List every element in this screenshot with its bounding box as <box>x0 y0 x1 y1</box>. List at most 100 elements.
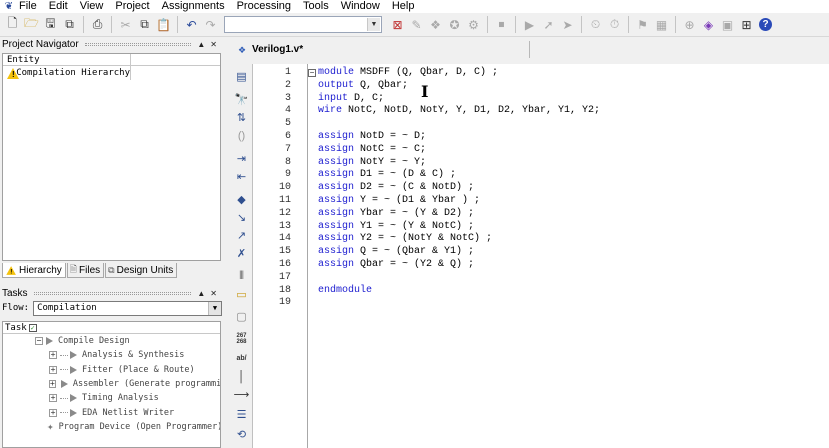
pin-planner-icon[interactable]: ⊠ <box>388 15 407 34</box>
code-line[interactable]: assign D1 = ~ (D & C) ; <box>318 169 456 180</box>
entity-column-header[interactable]: Entity <box>3 54 220 66</box>
minimize-icon[interactable]: ▲ <box>197 38 205 51</box>
programmer-icon[interactable]: ◈ <box>699 15 718 34</box>
copy-icon[interactable]: ⧉ <box>135 15 154 34</box>
expand-icon[interactable]: + <box>49 394 57 403</box>
clear-bookmarks-icon[interactable]: ✗ <box>233 245 250 262</box>
timing-analyzer-icon[interactable]: ⏱ <box>605 15 624 34</box>
close-icon[interactable]: ✕ <box>210 38 217 51</box>
refresh-icon[interactable]: ⟲ <box>233 426 250 443</box>
code-line[interactable]: assign Q = ~ (Qbar & Y1) ; <box>318 246 474 257</box>
programmer-icon[interactable]: ✦ <box>47 420 54 433</box>
insert-block-comment-icon[interactable]: ▭ <box>233 286 250 303</box>
save-all-icon[interactable]: ⧉ <box>60 15 79 34</box>
timequest-icon[interactable]: ⏲ <box>586 15 605 34</box>
code-line[interactable]: endmodule <box>318 285 372 296</box>
code-editor[interactable]: I − module MSDFF (Q, Qbar, D, C) ; output … <box>308 64 829 448</box>
start-analysis-icon[interactable]: ➤ <box>558 15 577 34</box>
menu-tools[interactable]: Tools <box>303 0 329 13</box>
task-row[interactable]: + Timing Analysis <box>3 391 220 405</box>
expand-icon[interactable]: + <box>49 380 56 389</box>
paste-icon[interactable]: 📋 <box>154 15 173 34</box>
play-icon[interactable] <box>70 408 77 417</box>
code-line[interactable]: assign Y2 = ~ (NotY & NotC) ; <box>318 233 492 244</box>
project-navigator-tree[interactable]: Entity Compilation Hierarchy <box>2 53 221 261</box>
open-folder-icon[interactable]: 🗁 <box>22 15 41 34</box>
tasks-tree[interactable]: Task ✓ − Compile Design + Analysis & Synthe… <box>2 321 221 448</box>
save-icon[interactable]: 🖫 <box>41 15 60 34</box>
code-line[interactable]: assign Y = ~ (D1 & Ybar ) ; <box>318 195 480 206</box>
bookmark-icon[interactable]: ◆ <box>233 191 250 208</box>
expand-icon[interactable]: + <box>49 351 57 360</box>
play-icon[interactable] <box>70 394 77 403</box>
settings-icon[interactable]: ⚙ <box>464 15 483 34</box>
chevron-down-icon[interactable]: ▼ <box>367 18 380 31</box>
close-icon[interactable]: ✕ <box>210 287 217 300</box>
code-line[interactable]: assign NotD = ~ D; <box>318 131 426 142</box>
panel-grip[interactable] <box>33 292 192 295</box>
task-row[interactable]: + Analysis & Synthesis <box>3 348 220 362</box>
tab-hierarchy[interactable]: Hierarchy <box>2 263 66 278</box>
code-line[interactable]: assign Ybar = ~ (Y & D2) ; <box>318 208 474 219</box>
menu-project[interactable]: Project <box>115 0 149 13</box>
menu-processing[interactable]: Processing <box>237 0 291 13</box>
menu-view[interactable]: View <box>80 0 104 13</box>
undo-icon[interactable]: ↶ <box>182 15 201 34</box>
analysis-elaboration-icon[interactable]: ➚ <box>539 15 558 34</box>
goto-line-button[interactable]: 267 268 <box>233 330 250 347</box>
unindent-icon[interactable]: ⇤ <box>233 168 250 185</box>
megawizard-icon[interactable]: ⊞ <box>737 15 756 34</box>
chevron-down-icon[interactable]: ▼ <box>208 301 221 315</box>
find-replace-icon[interactable]: ⇅ <box>233 109 250 126</box>
code-line[interactable]: assign NotY = ~ Y; <box>318 157 426 168</box>
task-row[interactable]: + Assembler (Generate programmi <box>3 377 220 391</box>
print-icon[interactable]: ⎙ <box>88 15 107 34</box>
toggle-comment-icon[interactable]: ▢ <box>233 308 250 325</box>
code-line[interactable]: input D, C; <box>318 93 384 104</box>
help-icon[interactable]: ? <box>759 18 772 31</box>
task-checkbox-icon[interactable]: ✓ <box>28 323 37 332</box>
word-wrap-button[interactable]: ab/ <box>233 350 250 367</box>
code-line[interactable]: assign NotC = ~ C; <box>318 144 426 155</box>
editor-insert-template-icon[interactable]: ▤ <box>233 68 250 85</box>
code-line[interactable]: module MSDFF (Q, Qbar, D, C) ; <box>318 67 498 78</box>
play-icon[interactable] <box>70 365 77 374</box>
minimize-icon[interactable]: ▲ <box>197 287 205 300</box>
task-row[interactable]: ✦ Program Device (Open Programmer) <box>3 420 220 434</box>
play-icon[interactable] <box>70 351 77 360</box>
align-text-icon[interactable]: ☰ <box>233 406 250 423</box>
task-column-header[interactable]: Task ✓ <box>3 322 220 334</box>
cut-icon[interactable]: ✂ <box>116 15 135 34</box>
tree-row-compilation-hierarchy[interactable]: Compilation Hierarchy <box>3 66 220 80</box>
netlist-viewer-icon[interactable]: ⚑ <box>633 15 652 34</box>
line-marker-icon[interactable]: │ <box>233 368 250 385</box>
insert-comment-icon[interactable]: ⦀ <box>233 268 250 285</box>
new-file-icon[interactable]: 🗋 <box>3 15 22 34</box>
quartus-app-icon[interactable]: ❦ <box>3 1 15 12</box>
chip-editor-icon[interactable]: ▦ <box>652 15 671 34</box>
bracket-match-icon[interactable]: () <box>233 127 250 144</box>
menu-help[interactable]: Help <box>392 0 415 13</box>
menu-window[interactable]: Window <box>341 0 380 13</box>
play-icon[interactable] <box>46 337 53 346</box>
collapse-icon[interactable]: − <box>35 337 43 346</box>
code-line[interactable]: assign Qbar = ~ (Y2 & Q) ; <box>318 259 474 270</box>
expand-icon[interactable]: + <box>49 408 57 417</box>
rtl-simulator-icon[interactable]: ⊕ <box>680 15 699 34</box>
task-row[interactable]: + EDA Netlist Writer <box>3 405 220 419</box>
next-bookmark-icon[interactable]: ↘ <box>233 209 250 226</box>
tab-marker-icon[interactable]: ⟶ <box>233 386 250 403</box>
editor-tab-verilog1[interactable]: ❖ Verilog1.v* <box>232 41 530 58</box>
menu-assignments[interactable]: Assignments <box>162 0 225 13</box>
tasks-title-bar[interactable]: Tasks ▲ ✕ <box>0 287 222 300</box>
flow-select[interactable]: Compilation ▼ <box>33 300 222 316</box>
prev-bookmark-icon[interactable]: ↗ <box>233 227 250 244</box>
fold-toggle-icon[interactable]: − <box>308 69 316 77</box>
menu-file[interactable]: File <box>19 0 37 13</box>
design-partition-icon[interactable]: ❖ <box>426 15 445 34</box>
expand-icon[interactable]: + <box>49 365 57 374</box>
redo-icon[interactable]: ↷ <box>201 15 220 34</box>
code-line[interactable]: assign Y1 = ~ (Y & NotC) ; <box>318 221 474 232</box>
assignment-editor-icon[interactable]: ✪ <box>445 15 464 34</box>
task-row[interactable]: − Compile Design <box>3 334 220 348</box>
